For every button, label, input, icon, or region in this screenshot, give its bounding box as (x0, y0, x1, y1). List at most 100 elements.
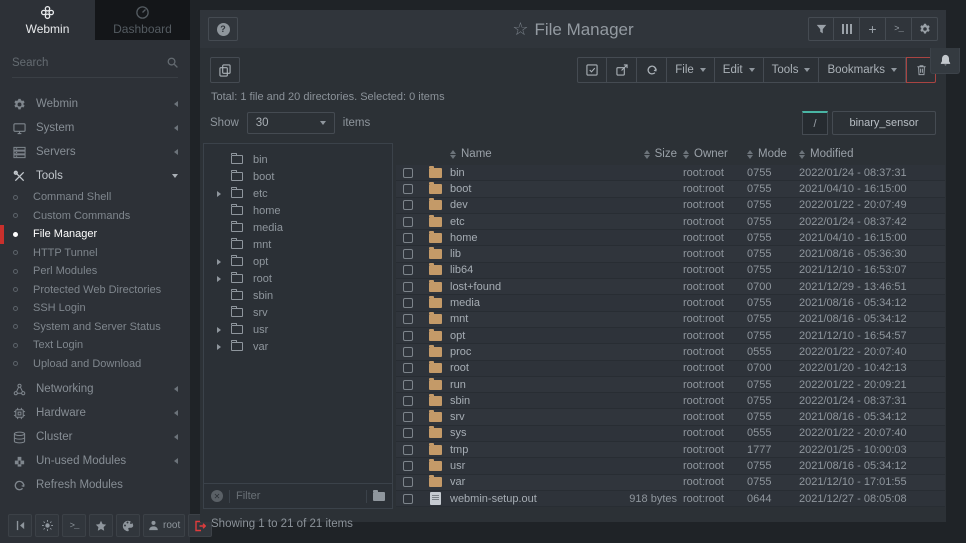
tree-item[interactable]: opt (204, 253, 392, 270)
row-checkbox[interactable] (403, 347, 413, 357)
file-name[interactable]: media (450, 297, 588, 309)
tree-filter-input[interactable] (236, 490, 360, 502)
row-checkbox[interactable] (403, 168, 413, 178)
file-name[interactable]: proc (450, 346, 588, 358)
sidebar-item-cluster[interactable]: Cluster (0, 425, 190, 449)
sidebar-item-unused-modules[interactable]: Un-used Modules (0, 449, 190, 473)
row-checkbox[interactable] (403, 363, 413, 373)
sidebar-item-system[interactable]: System (0, 116, 190, 140)
column-header-owner[interactable]: Owner (683, 148, 747, 160)
columns-button[interactable] (834, 17, 860, 41)
chevron-right-icon[interactable] (217, 259, 231, 265)
tree-item[interactable]: srv (204, 304, 392, 321)
sidebar-item-refresh-modules[interactable]: Refresh Modules (0, 473, 190, 497)
row-checkbox[interactable] (403, 477, 413, 487)
row-checkbox[interactable] (403, 184, 413, 194)
file-name[interactable]: sys (450, 427, 588, 439)
submenu-item[interactable]: HTTP Tunnel (0, 244, 190, 263)
row-checkbox[interactable] (403, 445, 413, 455)
sort-icon[interactable] (747, 150, 753, 159)
sort-icon[interactable] (683, 150, 689, 159)
search-icon[interactable] (166, 56, 179, 69)
file-name[interactable]: var (450, 476, 588, 488)
submenu-item[interactable]: System and Server Status (0, 318, 190, 337)
column-header-size[interactable]: Size (588, 148, 683, 160)
table-row[interactable]: usr root:root 0755 2021/08/16 - 05:34:12 (396, 458, 945, 474)
file-name[interactable]: root (450, 362, 588, 374)
notifications-tab[interactable] (930, 48, 960, 74)
table-row[interactable]: lib64 root:root 0755 2021/12/10 - 16:53:… (396, 263, 945, 279)
file-name[interactable]: lib (450, 248, 588, 260)
table-row[interactable]: run root:root 0755 2022/01/22 - 20:09:21 (396, 377, 945, 393)
submenu-item[interactable]: Command Shell (0, 188, 190, 207)
sidebar-item-servers[interactable]: Servers (0, 140, 190, 164)
chevron-right-icon[interactable] (217, 242, 231, 248)
column-header-mode[interactable]: Mode (747, 148, 799, 160)
submenu-item[interactable]: Custom Commands (0, 207, 190, 226)
row-checkbox[interactable] (403, 428, 413, 438)
sidebar-item-networking[interactable]: Networking (0, 377, 190, 401)
row-checkbox[interactable] (403, 331, 413, 341)
file-name[interactable]: boot (450, 183, 588, 195)
table-row[interactable]: opt root:root 0755 2021/12/10 - 16:54:57 (396, 328, 945, 344)
tree-item[interactable]: mnt (204, 236, 392, 253)
submenu-item[interactable]: SSH Login (0, 299, 190, 318)
sidebar-item-tools[interactable]: Tools (0, 164, 190, 188)
chevron-right-icon[interactable] (217, 310, 231, 316)
filter-button[interactable] (808, 17, 834, 41)
tree-item[interactable]: root (204, 270, 392, 287)
table-row[interactable]: sys root:root 0555 2022/01/22 - 20:07:40 (396, 426, 945, 442)
sort-icon[interactable] (644, 150, 650, 159)
file-name[interactable]: mnt (450, 313, 588, 325)
tree-item[interactable]: etc (204, 185, 392, 202)
row-checkbox[interactable] (403, 298, 413, 308)
edit-menu-button[interactable]: Edit (715, 57, 764, 83)
root-path-button[interactable]: / (802, 111, 828, 135)
clear-filter-icon[interactable]: ✕ (211, 490, 223, 502)
file-name[interactable]: webmin-setup.out (450, 493, 588, 505)
chevron-right-icon[interactable] (217, 276, 231, 282)
table-row[interactable]: proc root:root 0555 2022/01/22 - 20:07:4… (396, 344, 945, 360)
bookmarks-menu-button[interactable]: Bookmarks (819, 57, 906, 83)
row-checkbox[interactable] (403, 200, 413, 210)
row-checkbox[interactable] (403, 265, 413, 275)
file-name[interactable]: bin (450, 167, 588, 179)
theme-toggle-button[interactable] (35, 514, 59, 537)
file-name[interactable]: lost+found (450, 281, 588, 293)
row-checkbox[interactable] (403, 314, 413, 324)
column-header-name[interactable]: Name (450, 148, 588, 160)
folder-icon[interactable] (373, 492, 385, 501)
user-button[interactable]: root (143, 514, 185, 537)
chevron-right-icon[interactable] (217, 293, 231, 299)
tree-item[interactable]: sbin (204, 287, 392, 304)
table-row[interactable]: webmin-setup.out 918 bytes root:root 064… (396, 491, 945, 507)
file-name[interactable]: dev (450, 199, 588, 211)
table-row[interactable]: dev root:root 0755 2022/01/22 - 20:07:49 (396, 198, 945, 214)
table-row[interactable]: bin root:root 0755 2022/01/24 - 08:37:31 (396, 165, 945, 181)
shell-button[interactable]: >_ (886, 17, 912, 41)
table-row[interactable]: var root:root 0755 2021/12/10 - 17:01:55 (396, 475, 945, 491)
row-checkbox[interactable] (403, 494, 413, 504)
chevron-right-icon[interactable] (217, 208, 231, 214)
table-row[interactable]: mnt root:root 0755 2021/08/16 - 05:34:12 (396, 312, 945, 328)
table-row[interactable]: home root:root 0755 2021/04/10 - 16:15:0… (396, 230, 945, 246)
file-name[interactable]: usr (450, 460, 588, 472)
sidebar-item-hardware[interactable]: Hardware (0, 401, 190, 425)
file-menu-button[interactable]: File (667, 57, 715, 83)
row-checkbox[interactable] (403, 233, 413, 243)
row-checkbox[interactable] (403, 380, 413, 390)
table-row[interactable]: sbin root:root 0755 2022/01/24 - 08:37:3… (396, 393, 945, 409)
file-name[interactable]: lib64 (450, 264, 588, 276)
favorites-button[interactable] (89, 514, 113, 537)
file-name[interactable]: sbin (450, 395, 588, 407)
refresh-button[interactable] (637, 57, 667, 83)
chevron-right-icon[interactable] (217, 191, 231, 197)
table-row[interactable]: boot root:root 0755 2021/04/10 - 16:15:0… (396, 181, 945, 197)
chevron-right-icon[interactable] (217, 327, 231, 333)
tools-menu-button[interactable]: Tools (764, 57, 820, 83)
tree-item[interactable]: home (204, 202, 392, 219)
help-button[interactable]: ? (208, 17, 238, 41)
terminal-button[interactable]: >_ (62, 514, 86, 537)
tab-dashboard[interactable]: Dashboard (95, 0, 190, 40)
table-row[interactable]: srv root:root 0755 2021/08/16 - 05:34:12 (396, 409, 945, 425)
